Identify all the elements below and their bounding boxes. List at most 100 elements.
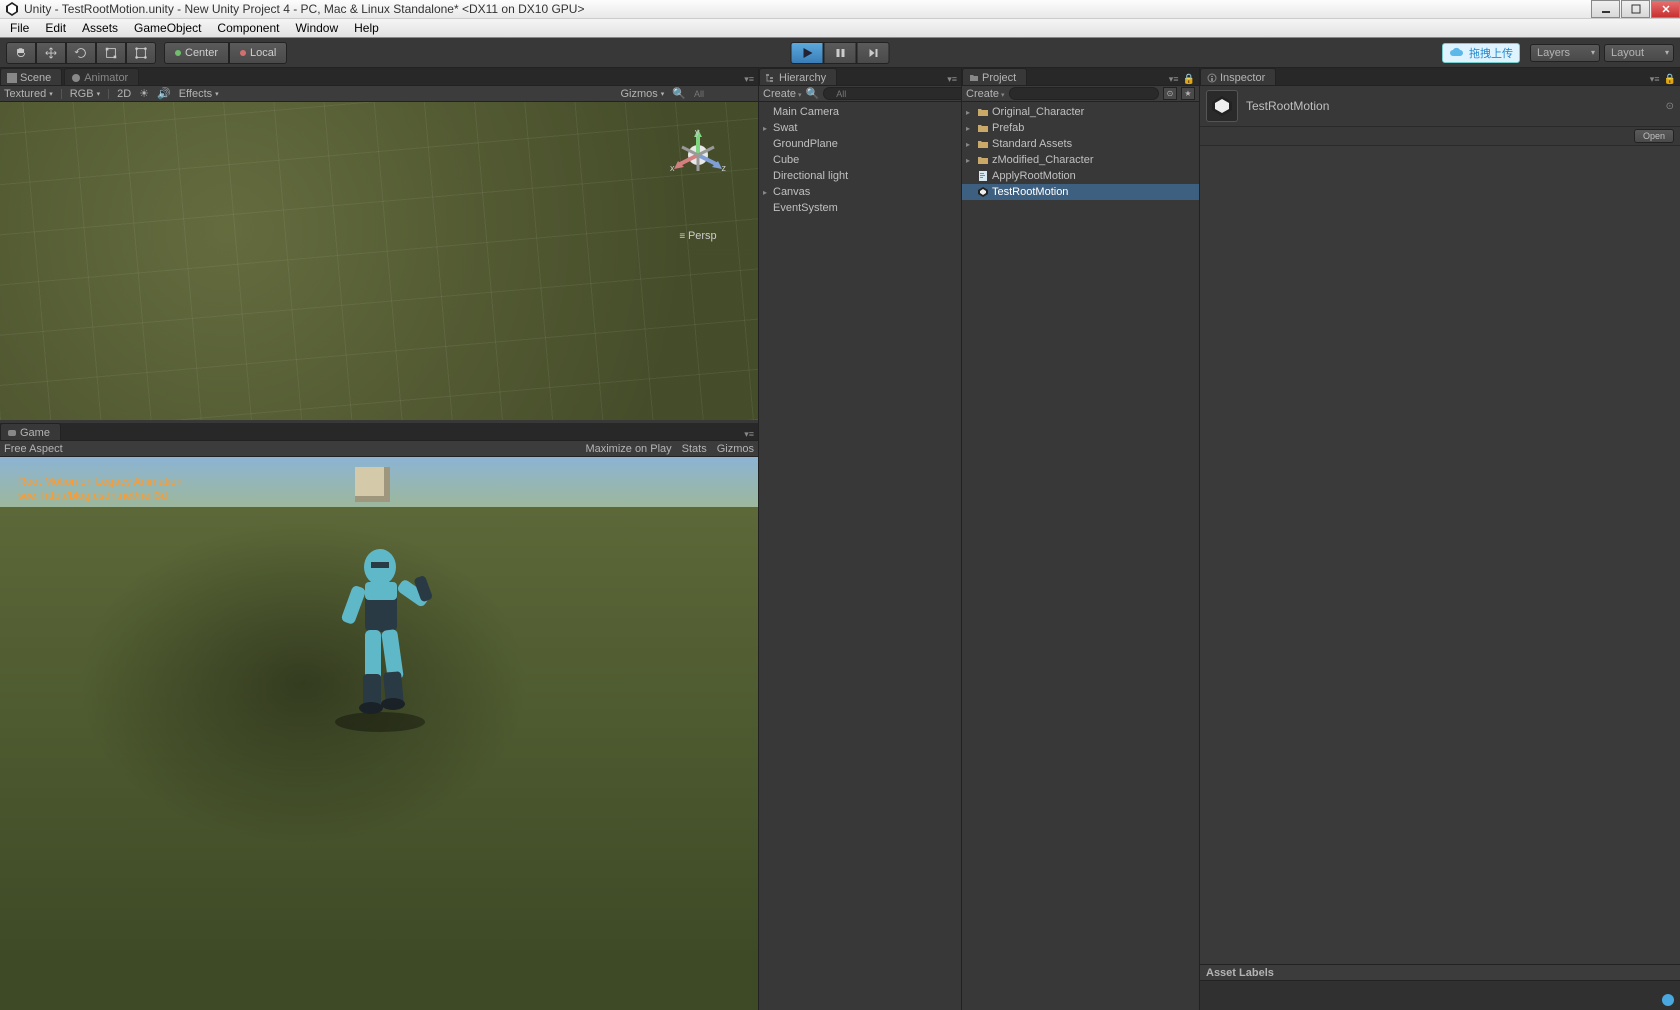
inspector-lock-icon[interactable]: 🔒 (1664, 74, 1676, 85)
menu-edit[interactable]: Edit (37, 19, 74, 37)
rect-tool-button[interactable] (126, 42, 156, 64)
menu-window[interactable]: Window (287, 19, 346, 37)
expand-arrow-icon[interactable]: ▸ (763, 124, 773, 133)
expand-arrow-icon[interactable]: ▸ (966, 108, 976, 117)
project-lock-icon[interactable]: 🔒 (1183, 74, 1195, 85)
menu-component[interactable]: Component (209, 19, 287, 37)
inspector-panel-menu-icon[interactable]: ▾≡ (1650, 74, 1660, 85)
inspector-preview-area[interactable] (1200, 980, 1680, 1010)
hierarchy-panel-menu-icon[interactable]: ▾≡ (947, 74, 957, 85)
project-item-label: TestRootMotion (992, 186, 1068, 198)
layers-dropdown[interactable]: Layers (1530, 44, 1600, 62)
project-item[interactable]: TestRootMotion (962, 184, 1199, 200)
project-item[interactable]: ▸ zModified_Character (962, 152, 1199, 168)
scene-audio-toggle-icon[interactable]: 🔊 (157, 87, 171, 100)
main-layout: Scene Animator ▾≡ Textured RGB 2D ☀ 🔊 Ef… (0, 68, 1680, 1010)
playback-controls (791, 42, 890, 64)
scene-gizmos-dropdown[interactable]: Gizmos (621, 88, 665, 100)
game-maximize-toggle[interactable]: Maximize on Play (585, 443, 671, 455)
axis-y-label: y (695, 127, 700, 137)
game-stats-toggle[interactable]: Stats (682, 443, 707, 455)
scene-persp-label[interactable]: ≡ Persp (668, 230, 728, 242)
axis-x-label: x (670, 163, 675, 173)
expand-arrow-icon[interactable]: ▸ (763, 188, 773, 197)
folder-icon (976, 105, 990, 119)
hierarchy-item[interactable]: Directional light (759, 168, 961, 184)
window-close-button[interactable] (1651, 0, 1680, 18)
tab-hierarchy[interactable]: Hierarchy (759, 68, 837, 85)
project-item[interactable]: ▸Original_Character (962, 104, 1199, 120)
menu-help[interactable]: Help (346, 19, 387, 37)
move-tool-button[interactable] (36, 42, 66, 64)
menu-assets[interactable]: Assets (74, 19, 126, 37)
main-toolbar: Center Local 拖拽上传 Layers Layout (0, 38, 1680, 68)
project-item-label: zModified_Character (992, 154, 1094, 166)
cloud-icon (1449, 47, 1465, 59)
inspector-open-button[interactable]: Open (1634, 129, 1674, 143)
tab-inspector[interactable]: Inspector (1200, 68, 1276, 85)
cloud-upload-badge[interactable]: 拖拽上传 (1442, 43, 1520, 63)
hierarchy-create-dropdown[interactable]: Create (763, 88, 802, 100)
project-filter-button-1[interactable]: ⊙ (1163, 87, 1177, 100)
game-aspect-dropdown[interactable]: Free Aspect (4, 443, 63, 455)
pause-button[interactable] (824, 42, 857, 64)
menu-gameobject[interactable]: GameObject (126, 19, 209, 37)
scene-view[interactable]: y x z ≡ Persp (0, 102, 758, 420)
tab-game[interactable]: Game (0, 423, 61, 440)
project-item[interactable]: ▸Prefab (962, 120, 1199, 136)
tab-scene[interactable]: Scene (0, 68, 62, 85)
scene-light-toggle-icon[interactable]: ☀ (139, 87, 149, 100)
expand-arrow-icon[interactable]: ▸ (966, 140, 976, 149)
search-icon: 🔍 (672, 87, 686, 100)
scene-2d-toggle[interactable]: 2D (117, 88, 131, 100)
game-view[interactable]: Root Motion on Legacy Animation see: htt… (0, 457, 758, 1010)
project-tree: ▸Original_Character▸Prefab▸Standard Asse… (962, 102, 1199, 1010)
hierarchy-icon (766, 73, 776, 83)
hierarchy-item[interactable]: Main Camera (759, 104, 961, 120)
project-item[interactable]: ApplyRootMotion (962, 168, 1199, 184)
hierarchy-tree: Main Camera ▸SwatGroundPlaneCubeDirection… (759, 102, 961, 1010)
scene-panel-menu-icon[interactable]: ▾≡ (744, 74, 754, 85)
scene-effects-dropdown[interactable]: Effects (179, 88, 219, 100)
hierarchy-search-input[interactable] (823, 87, 966, 100)
tab-project[interactable]: Project (962, 68, 1027, 85)
game-toolbar: Free Aspect Maximize on Play Stats Gizmo… (0, 441, 758, 457)
scale-tool-button[interactable] (96, 42, 126, 64)
tab-animator[interactable]: Animator (64, 68, 139, 85)
window-maximize-button[interactable] (1621, 0, 1650, 18)
scene-rendermode-dropdown[interactable]: RGB (70, 88, 100, 100)
game-panel-menu-icon[interactable]: ▾≡ (744, 429, 754, 440)
pivot-local-toggle[interactable]: Local (229, 42, 287, 64)
play-button[interactable] (791, 42, 824, 64)
scene-orientation-gizmo[interactable]: y x z ≡ Persp (668, 127, 728, 197)
asset-label-add-icon[interactable] (1662, 994, 1674, 1006)
inspector-body (1200, 146, 1680, 964)
hierarchy-item[interactable]: EventSystem (759, 200, 961, 216)
step-button[interactable] (857, 42, 890, 64)
scene-icon (7, 73, 17, 83)
inspector-asset-icon (1206, 90, 1238, 122)
window-minimize-button[interactable] (1591, 0, 1620, 18)
scene-search-input[interactable] (694, 89, 754, 99)
rotate-tool-button[interactable] (66, 42, 96, 64)
scene-shading-dropdown[interactable]: Textured (4, 88, 53, 100)
hierarchy-item-label: Main Camera (773, 106, 839, 118)
game-gizmos-dropdown[interactable]: Gizmos (717, 443, 754, 455)
pivot-center-toggle[interactable]: Center (164, 42, 229, 64)
animator-icon (71, 73, 81, 83)
hierarchy-item[interactable]: ▸Swat (759, 120, 961, 136)
hand-tool-button[interactable] (6, 42, 36, 64)
expand-arrow-icon[interactable]: ▸ (966, 156, 976, 165)
project-search-input[interactable] (1009, 87, 1159, 100)
project-panel-menu-icon[interactable]: ▾≡ (1169, 74, 1179, 85)
project-filter-button-2[interactable]: ★ (1181, 87, 1195, 100)
hierarchy-item[interactable]: GroundPlane (759, 136, 961, 152)
expand-arrow-icon[interactable]: ▸ (966, 124, 976, 133)
project-item[interactable]: ▸Standard Assets (962, 136, 1199, 152)
project-create-dropdown[interactable]: Create (966, 88, 1005, 100)
inspector-reference-icon[interactable]: ⊙ (1666, 101, 1674, 112)
hierarchy-item[interactable]: Cube (759, 152, 961, 168)
menu-file[interactable]: File (2, 19, 37, 37)
layout-dropdown[interactable]: Layout (1604, 44, 1674, 62)
hierarchy-item[interactable]: ▸Canvas (759, 184, 961, 200)
